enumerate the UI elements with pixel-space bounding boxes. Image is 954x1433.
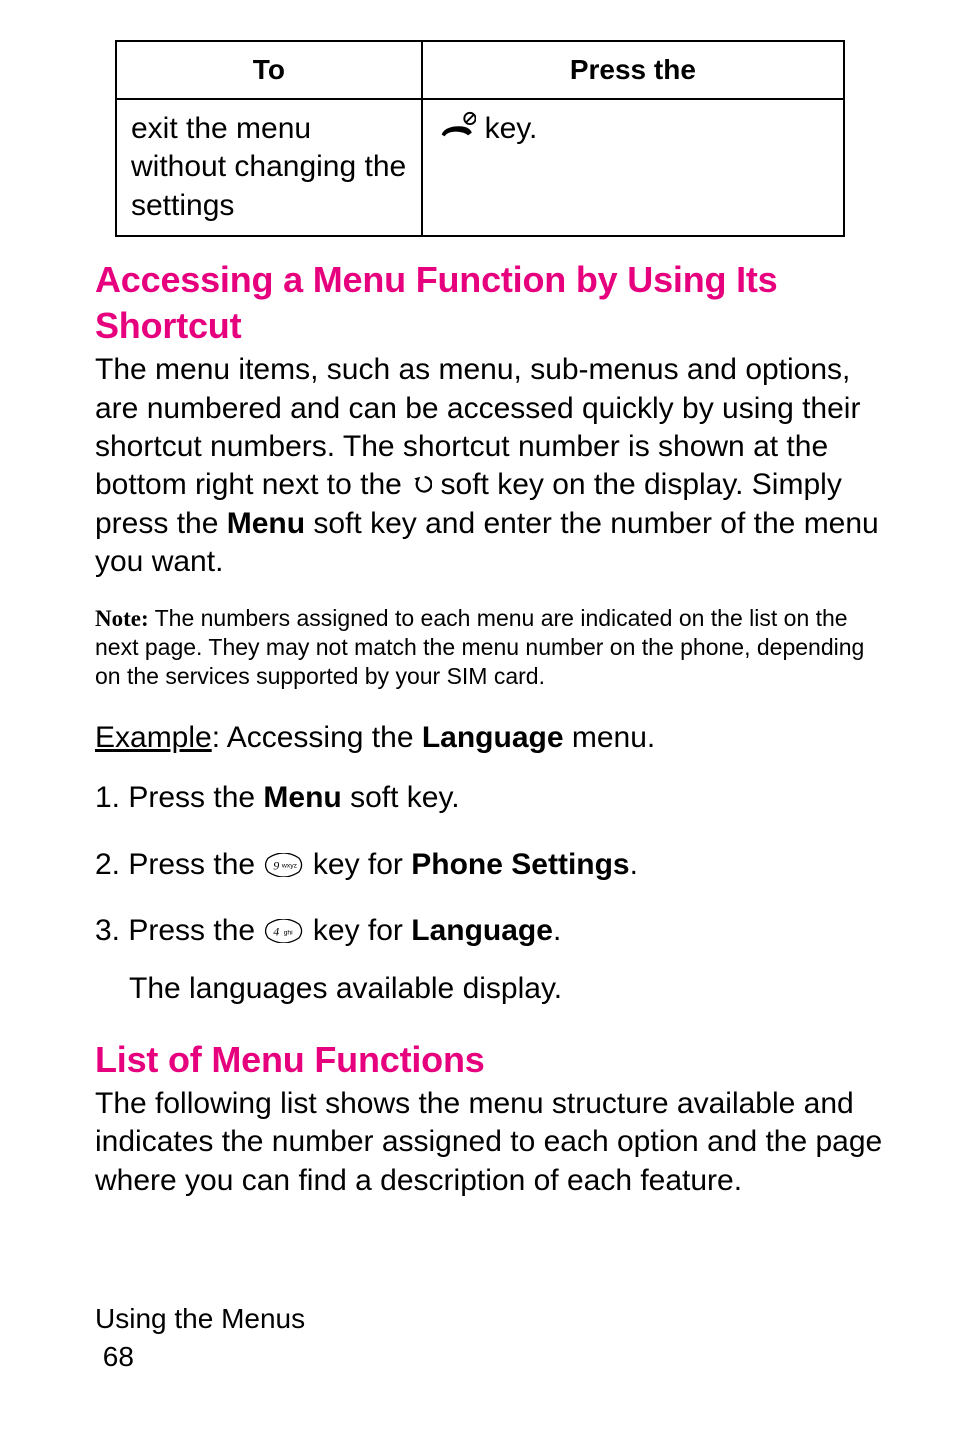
back-arrow-icon [410, 474, 432, 496]
shortcut-paragraph: The menu items, such as menu, sub-menus … [95, 351, 894, 581]
note-paragraph: Note: The numbers assigned to each menu … [95, 604, 894, 691]
example-line: Example: Accessing the Language menu. [95, 719, 894, 757]
table-row: exit the menu without changing the setti… [116, 99, 844, 236]
end-call-icon [437, 110, 477, 142]
list-heading: List of Menu Functions [95, 1037, 894, 1083]
key-4-icon [263, 919, 304, 943]
step-2: 2. Press the key for Phone Settings. [95, 846, 894, 884]
footer-page-number: 68 [95, 1338, 894, 1376]
action-table: To Press the exit the menu without chang… [115, 40, 845, 237]
table-cell-key: key. [422, 99, 844, 236]
step-1: 1. Press the Menu soft key. [95, 779, 894, 817]
note-label: Note: [95, 606, 149, 631]
footer-section: Using the Menus [95, 1300, 894, 1338]
shortcut-heading: Accessing a Menu Function by Using Its S… [95, 257, 894, 349]
table-cell-action: exit the menu without changing the setti… [116, 99, 422, 236]
key-9-icon [263, 853, 304, 877]
step-3-result: The languages available display. [129, 970, 894, 1008]
list-paragraph: The following list shows the menu struct… [95, 1085, 894, 1200]
table-header-press: Press the [422, 41, 844, 99]
table-header-to: To [116, 41, 422, 99]
step-3: 3. Press the key for Language. The langu… [95, 912, 894, 1009]
page-footer: Using the Menus 68 [95, 1300, 894, 1376]
